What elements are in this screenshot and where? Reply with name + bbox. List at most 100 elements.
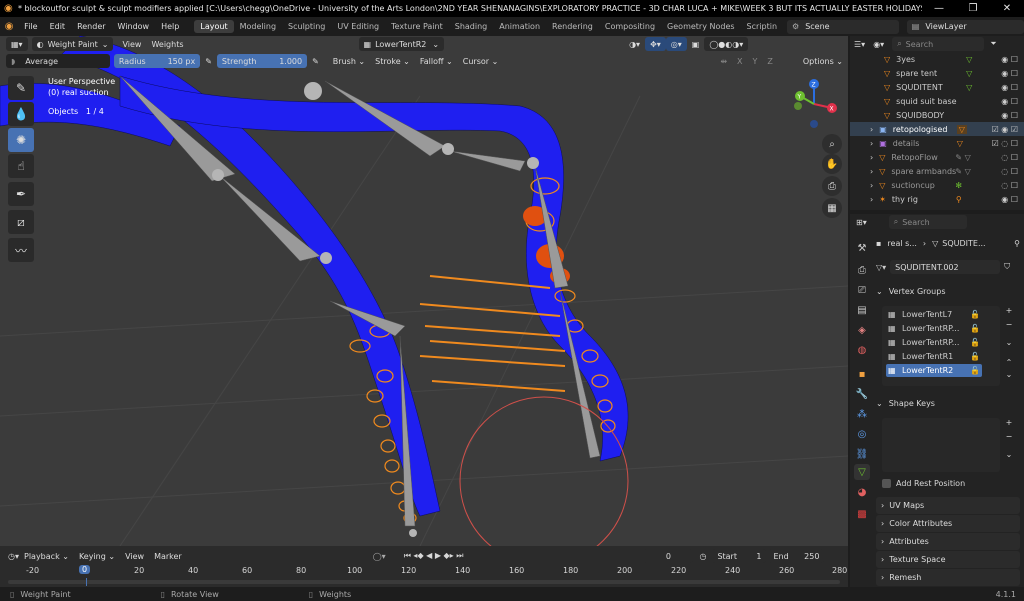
- timeline-scrollbar[interactable]: [8, 580, 840, 584]
- radius-slider[interactable]: Radius 150 px: [113, 54, 201, 68]
- sample-weight-tool[interactable]: ✒: [8, 182, 34, 206]
- section-color-attributes[interactable]: › Color Attributes: [876, 515, 1020, 532]
- shape-key-list[interactable]: [882, 418, 1000, 472]
- tab-layout[interactable]: Layout: [194, 20, 234, 33]
- overlay-toggle-icon[interactable]: ◎▾: [665, 37, 687, 51]
- filter-icon[interactable]: ⏷: [990, 39, 996, 49]
- outliner-item-spare-tent[interactable]: ▽ spare tent ▽ ◉ ☐: [850, 66, 1024, 80]
- editor-type-icon[interactable]: ⊞▾: [856, 218, 867, 227]
- outliner-search-input[interactable]: ⌕ Search: [892, 37, 985, 51]
- tab-uv-editing[interactable]: UV Editing: [331, 20, 385, 33]
- xray-toggle-icon[interactable]: ▣: [687, 37, 705, 51]
- visibility-eye-icon[interactable]: ☑ ◉ ☑: [992, 125, 1018, 134]
- particles-tab-icon[interactable]: ⁂: [854, 406, 870, 422]
- outliner-item-squidbody[interactable]: ▽ SQUIDBODY ◉ ☐: [850, 108, 1024, 122]
- visibility-eye-icon[interactable]: ◉ ☐: [1001, 55, 1018, 64]
- current-frame-field[interactable]: 0: [643, 549, 694, 563]
- smear-tool[interactable]: ☝: [8, 154, 34, 178]
- brush-selector[interactable]: ◗ Average: [6, 54, 110, 68]
- outliner-item-3yes[interactable]: ▽ 3yes ▽ ◉ ☐: [850, 52, 1024, 66]
- options-menu[interactable]: Options ⌄: [798, 54, 848, 68]
- outliner-item-retopoflow[interactable]: › ▽ RetopoFlow ✎ ▽ ◌ ☐: [850, 150, 1024, 164]
- outliner-item-retopologised[interactable]: › ▣ retopologised ▽ ☑ ◉ ☑: [850, 122, 1024, 136]
- perspective-grid-icon[interactable]: ▦: [822, 198, 842, 218]
- falloff-menu[interactable]: Falloff ⌄: [415, 54, 458, 68]
- lock-icon[interactable]: 🔓: [970, 324, 980, 333]
- section-attributes[interactable]: › Attributes: [876, 533, 1020, 550]
- active-group-selector[interactable]: ▦ LowerTentR2 ⌄: [358, 37, 445, 51]
- frame-ruler[interactable]: -20 0 20 40 60 80 100 120 140 160 180 20…: [0, 565, 848, 578]
- marker-menu[interactable]: Marker: [149, 549, 187, 563]
- menu-file[interactable]: File: [18, 22, 43, 31]
- clock-icon[interactable]: ◷: [699, 552, 706, 561]
- visibility-eye-icon[interactable]: ◉ ☐: [1001, 111, 1018, 120]
- minimize-button[interactable]: —: [922, 3, 956, 14]
- properties-search-input[interactable]: ⌕ Search: [888, 215, 967, 229]
- visibility-eye-icon[interactable]: ◉ ☐: [1001, 97, 1018, 106]
- vertex-group-menu-button[interactable]: ⌄: [1002, 338, 1016, 352]
- vertex-groups-header[interactable]: ⌄ Vertex Groups: [876, 284, 1022, 298]
- outliner-item-squid-suit-base[interactable]: ▽ squid suit base ◉ ☐: [850, 94, 1024, 108]
- add-shape-key-button[interactable]: +: [1002, 418, 1016, 432]
- view-layer-selector[interactable]: ▤ ViewLayer: [906, 19, 1024, 34]
- zoom-icon[interactable]: ⌕: [822, 134, 842, 154]
- move-down-button[interactable]: ⌄: [1002, 370, 1016, 384]
- mesh-data-tab-icon[interactable]: ▽: [854, 464, 870, 480]
- scene-selector[interactable]: ⚙ Scene: [787, 19, 899, 34]
- physics-tab-icon[interactable]: ◎: [854, 426, 870, 442]
- outliner-item-details[interactable]: › ▣ details ▽ ☑ ◌ ☐: [850, 136, 1024, 150]
- expand-arrow-icon[interactable]: ›: [870, 139, 873, 148]
- visibility-eye-icon[interactable]: ◉ ☐: [1001, 195, 1018, 204]
- brush-menu[interactable]: Brush ⌄: [328, 54, 370, 68]
- shape-keys-header[interactable]: ⌄ Shape Keys: [876, 396, 1022, 410]
- draw-brush-tool[interactable]: ✎: [8, 76, 34, 100]
- mesh-data-icon[interactable]: ▽▾: [876, 263, 886, 272]
- visibility-eye-icon[interactable]: ◌ ☐: [1001, 181, 1018, 190]
- mirror-y-button[interactable]: Y: [748, 54, 763, 68]
- blur-tool[interactable]: 💧: [8, 102, 34, 126]
- section-texture-space[interactable]: › Texture Space: [876, 551, 1020, 568]
- stroke-menu[interactable]: Stroke ⌄: [370, 54, 415, 68]
- annotate-tool[interactable]: 〰: [8, 238, 34, 262]
- pan-hand-icon[interactable]: ✋: [822, 154, 842, 174]
- vertex-group-lowertentl7[interactable]: ▦ LowerTentL7 🔓: [886, 308, 982, 321]
- cursor-menu[interactable]: Cursor ⌄: [458, 54, 504, 68]
- output-tab-icon[interactable]: ⎚: [854, 282, 870, 298]
- start-frame-field[interactable]: Start 1: [712, 549, 767, 563]
- add-rest-position-checkbox[interactable]: Add Rest Position: [882, 476, 1022, 490]
- expand-arrow-icon[interactable]: ›: [870, 153, 873, 162]
- pin-icon[interactable]: ⚲: [1014, 239, 1020, 248]
- world-tab-icon[interactable]: ◍: [854, 342, 870, 358]
- visibility-eye-icon[interactable]: ◉ ☐: [1001, 83, 1018, 92]
- pen-pressure-icon[interactable]: ✎: [200, 54, 217, 68]
- view-menu[interactable]: View: [117, 37, 146, 51]
- shape-key-menu-button[interactable]: ⌄: [1002, 450, 1016, 464]
- weights-menu[interactable]: Weights: [146, 37, 188, 51]
- menu-help[interactable]: Help: [155, 22, 185, 31]
- lock-icon[interactable]: 🔓: [970, 352, 980, 361]
- playhead[interactable]: 0: [79, 565, 91, 574]
- texture-tab-icon[interactable]: ▩: [854, 506, 870, 522]
- visibility-eye-icon[interactable]: ◌ ☐: [1001, 153, 1018, 162]
- expand-arrow-icon[interactable]: ›: [870, 125, 873, 134]
- constraints-tab-icon[interactable]: ⛓: [854, 446, 870, 462]
- modifier-tab-icon[interactable]: 🔧: [854, 386, 870, 402]
- outliner-item-thy-rig[interactable]: › ✶ thy rig ⚲ ◉ ☐: [850, 192, 1024, 206]
- remove-vertex-group-button[interactable]: −: [1002, 320, 1016, 334]
- vertex-group-lowertentrp-1[interactable]: ▦ LowerTentRP... 🔓: [886, 322, 982, 335]
- lock-icon[interactable]: 🔓: [970, 338, 980, 347]
- mirror-z-button[interactable]: Z: [762, 54, 777, 68]
- mesh-name-field[interactable]: SQUDITENT.002: [890, 260, 1001, 274]
- camera-icon[interactable]: ⎙: [822, 176, 842, 196]
- blender-menu-icon[interactable]: ◉: [0, 21, 18, 32]
- tool-tab-icon[interactable]: ⚒: [854, 240, 870, 256]
- close-button[interactable]: ✕: [990, 3, 1024, 14]
- playback-menu[interactable]: Playback ⌄: [19, 549, 74, 563]
- pen-pressure-icon[interactable]: ✎: [307, 54, 324, 68]
- navigation-gizmo[interactable]: Z Y X: [788, 78, 840, 130]
- view-object-types-icon[interactable]: ◑▾: [624, 37, 645, 51]
- editor-type-button[interactable]: ▦▾: [6, 37, 28, 51]
- visibility-eye-icon[interactable]: ◌ ☐: [1001, 167, 1018, 176]
- gradient-tool[interactable]: ⧄: [8, 210, 34, 234]
- record-icon[interactable]: ◯▾: [373, 552, 386, 561]
